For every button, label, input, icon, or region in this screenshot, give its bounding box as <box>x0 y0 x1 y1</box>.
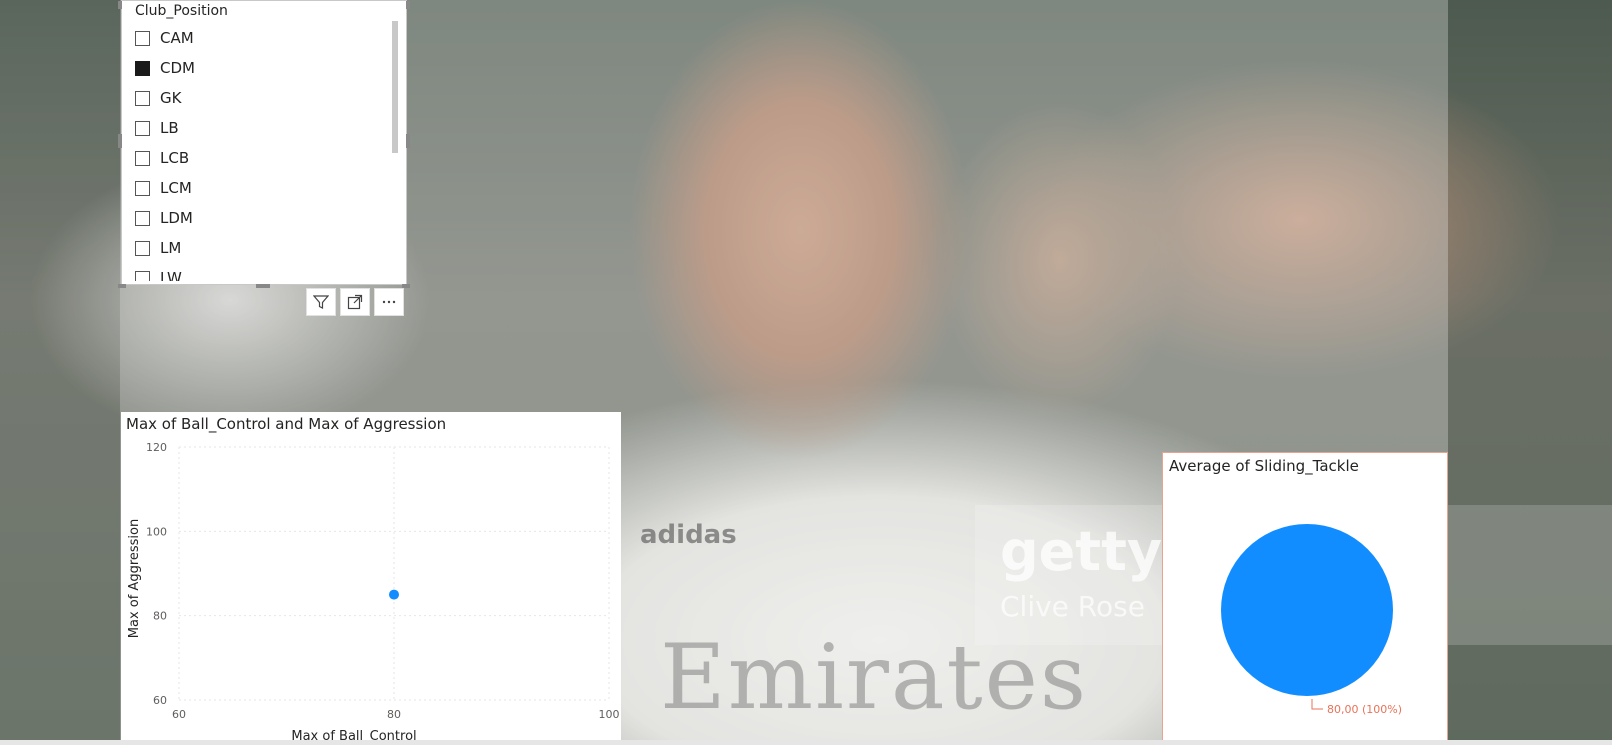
slicer-item-label: LCB <box>160 149 190 167</box>
slicer-item-label: LM <box>160 239 182 257</box>
resize-handle-bottom[interactable] <box>256 284 270 288</box>
slicer-checkbox[interactable] <box>135 210 150 226</box>
pie-leader-line <box>1311 699 1323 710</box>
ball-control-aggression-scatter[interactable]: Max of Ball_Control and Max of Aggressio… <box>121 412 621 745</box>
slicer-item-cam[interactable]: CAM <box>135 23 385 53</box>
pie-plot-area: 80,00 (100%) <box>1221 524 1402 716</box>
slicer-checkbox[interactable] <box>135 180 150 196</box>
x-tick-label: 60 <box>172 708 186 721</box>
slicer-item-label: LDM <box>160 209 193 227</box>
x-tick-label: 100 <box>599 708 620 721</box>
y-tick-label: 120 <box>146 441 167 454</box>
slicer-item-label: LB <box>160 119 179 137</box>
slicer-item-lcb[interactable]: LCB <box>135 143 385 173</box>
slicer-item-lcm[interactable]: LCM <box>135 173 385 203</box>
watermark-text: gettyi <box>1000 520 1181 583</box>
slicer-item-lb[interactable]: LB <box>135 113 385 143</box>
resize-handle-top-left[interactable] <box>118 1 122 9</box>
slicer-checkbox[interactable] <box>135 90 150 106</box>
pie-slice <box>1221 524 1393 696</box>
slicer-scrollbar[interactable] <box>392 21 398 153</box>
x-tick-label: 80 <box>387 708 401 721</box>
visual-header-toolbar <box>306 288 404 316</box>
filter-icon <box>313 295 329 309</box>
slicer-checkbox[interactable] <box>135 30 150 46</box>
slicer-item-label: CAM <box>160 29 194 47</box>
y-axis-label: Max of Aggression <box>127 519 142 638</box>
y-tick-label: 100 <box>146 525 167 538</box>
y-tick-label: 80 <box>153 610 167 623</box>
scatter-point <box>389 589 399 600</box>
slicer-title: Club_Position <box>135 3 228 19</box>
slicer-checkbox[interactable] <box>135 150 150 166</box>
filter-button[interactable] <box>306 288 336 316</box>
slicer-list[interactable]: CAM CDM GK LB LCB LCM LDM LM LW <box>135 23 385 281</box>
more-options-icon <box>382 300 396 304</box>
slicer-item-label: LCM <box>160 179 192 197</box>
resize-handle-top-right[interactable] <box>406 1 410 9</box>
pie-data-label: 80,00 (100%) <box>1327 703 1402 716</box>
background-left-shade <box>0 0 120 745</box>
slicer-item-gk[interactable]: GK <box>135 83 385 113</box>
focus-mode-icon <box>347 294 363 310</box>
slicer-item-lm[interactable]: LM <box>135 233 385 263</box>
slicer-checkbox[interactable] <box>135 120 150 136</box>
slicer-checkbox[interactable] <box>135 240 150 256</box>
slicer-checkbox[interactable] <box>135 270 150 281</box>
slicer-item-label: GK <box>160 89 182 107</box>
slicer-item-cdm[interactable]: CDM <box>135 53 385 83</box>
resize-handle-bottom-left[interactable] <box>118 284 126 288</box>
slicer-item-ldm[interactable]: LDM <box>135 203 385 233</box>
y-tick-label: 60 <box>153 694 167 707</box>
slicer-item-label: LW <box>160 269 182 281</box>
jersey-brand-text: adidas <box>640 520 737 550</box>
sliding-tackle-pie-chart[interactable]: Average of Sliding_Tackle 80,00 (100%) <box>1162 452 1448 742</box>
resize-handle-left[interactable] <box>118 134 122 148</box>
more-options-button[interactable] <box>374 288 404 316</box>
resize-handle-right[interactable] <box>406 134 410 148</box>
slicer-item-label: CDM <box>160 59 195 77</box>
slicer-checkbox[interactable] <box>135 60 150 76</box>
club-position-slicer[interactable]: Club_Position CAM CDM GK LB LCB LCM LDM LM LW <box>118 0 410 288</box>
watermark-subtext: Clive Rose <box>1000 590 1145 623</box>
scatter-plot-area: 608010012060 80 100Max of Ball_ControlMax … <box>127 441 620 744</box>
focus-mode-button[interactable] <box>340 288 370 316</box>
slicer-item-lw[interactable]: LW <box>135 263 385 281</box>
page-tab-strip <box>0 740 1612 745</box>
